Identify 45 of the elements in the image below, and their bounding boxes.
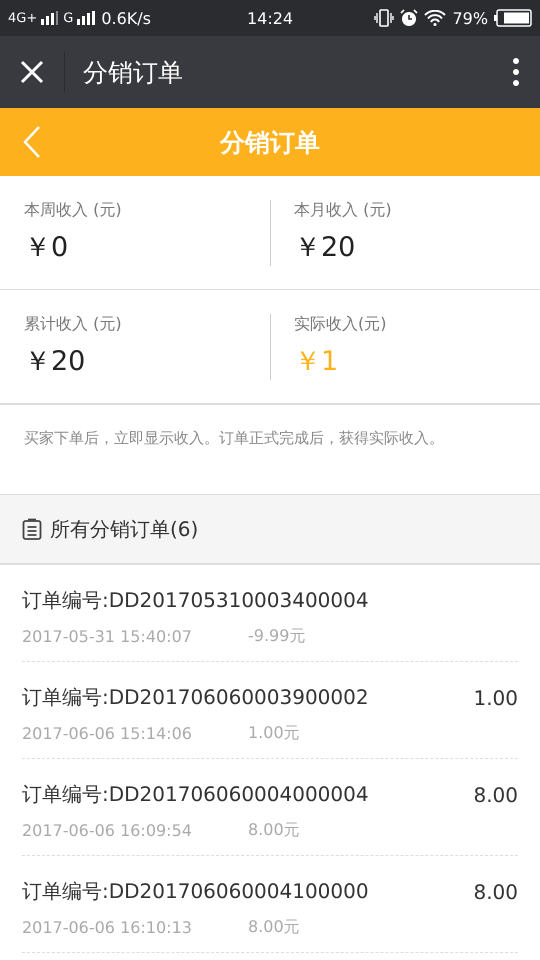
stat-value: ￥20 [24,345,86,379]
app-bar-title: 分销订单 [83,56,184,88]
order-amount: 1.00 [473,686,518,710]
order-time: 2017-05-31 15:40:07 [22,627,193,646]
order-amount: 8.00 [473,782,518,806]
page-title: 分销订单 [220,126,320,158]
more-icon[interactable] [512,57,520,87]
vibrate-icon [374,9,394,27]
stat-label: 累计收入 (元) [24,314,123,335]
order-item[interactable]: 订单编号:DD201706060004100000 8.00 2017-06-06 16:10:13 8.00元 [22,856,518,953]
clock: 14:24 [246,8,294,28]
signal-icon [77,11,98,25]
stat-label: 本周收入 (元) [24,200,123,221]
commission: 1.00元 [248,723,300,744]
clipboard-icon [22,518,42,540]
section-title: 所有分销订单(6) [50,516,198,542]
stat-value: ￥0 [24,231,70,265]
order-time: 2017-06-06 15:14:06 [22,724,193,743]
commission: 8.00元 [248,917,300,938]
wifi-icon [424,10,446,26]
order-number: 订单编号:DD201706060003900002 [22,684,370,711]
battery-percent: 79% [452,8,488,28]
network-label: 4G+ [8,10,38,26]
order-item[interactable]: 订单编号:DD201706060003900002 1.00 2017-06-06 15:14:06 1.00元 [22,662,518,759]
close-icon[interactable] [20,60,44,84]
network-label: G [63,10,74,26]
stat-label: 本月收入 (元) [294,200,393,221]
alarm-icon [400,9,418,27]
commission: 8.00元 [248,820,300,841]
stat-value: ￥20 [294,231,356,265]
network-speed: 0.6K/s [101,8,151,28]
stat-value: ￥1 [294,345,340,379]
income-note: 买家下单后，立即显示收入。订单正式完成后，获得实际收入。 [24,429,444,447]
order-item[interactable]: 订单编号:DD201706060004000004 8.00 2017-06-06 16:09:54 8.00元 [22,759,518,856]
order-number: 订单编号:DD201706060004100000 [22,878,370,905]
order-time: 2017-06-06 16:09:54 [22,821,193,840]
commission: -9.99元 [248,626,306,647]
order-time: 2017-06-06 16:10:13 [22,918,193,937]
order-item[interactable]: 订单编号:DD201705310003400004 2017-05-31 15:40:07 -9.99元 [22,565,518,662]
order-number: 订单编号:DD201706060004000004 [22,781,370,808]
order-amount: 8.00 [473,880,518,904]
order-number: 订单编号:DD201705310003400004 [22,587,370,614]
signal-icon [41,11,60,25]
battery-icon [494,9,532,27]
stat-label: 实际收入(元) [294,314,388,335]
